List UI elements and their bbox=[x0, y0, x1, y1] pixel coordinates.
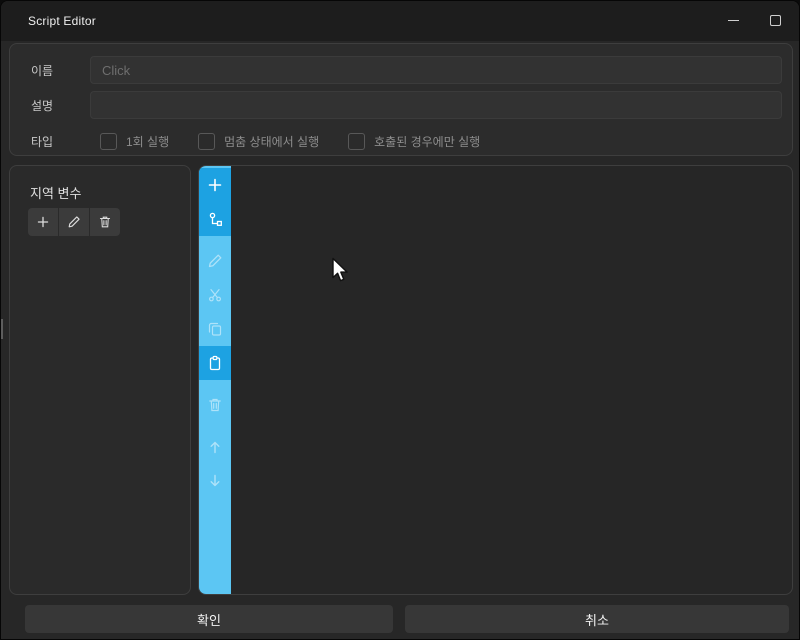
paste-icon bbox=[207, 355, 223, 371]
script-editor-window: Script Editor 이름 Click 설명 타입 1회 실행 bbox=[0, 0, 800, 640]
local-variables-actions bbox=[28, 208, 120, 236]
type-row: 타입 1회 실행 멈춤 상태에서 실행 호출된 경우에만 실행 bbox=[10, 126, 782, 156]
move-step-up-button[interactable] bbox=[199, 430, 231, 464]
minimize-icon bbox=[728, 20, 739, 21]
checkbox-label: 멈춤 상태에서 실행 bbox=[224, 133, 319, 150]
checkbox-label: 1회 실행 bbox=[126, 133, 169, 150]
delete-variable-button[interactable] bbox=[90, 208, 120, 236]
arrow-up-icon bbox=[207, 439, 223, 455]
edit-variable-button[interactable] bbox=[59, 208, 89, 236]
name-row: 이름 Click bbox=[10, 56, 782, 84]
paste-step-button[interactable] bbox=[199, 346, 231, 380]
arrow-down-icon bbox=[207, 473, 223, 489]
add-branch-button[interactable] bbox=[199, 202, 231, 236]
branch-icon bbox=[207, 211, 223, 227]
checkbox-icon[interactable] bbox=[198, 133, 215, 150]
add-step-button[interactable] bbox=[199, 168, 231, 202]
pencil-icon bbox=[207, 253, 223, 269]
script-canvas[interactable] bbox=[198, 165, 793, 595]
window-edge-highlight bbox=[1, 319, 3, 339]
checkbox-run-only-when-called[interactable]: 호출된 경우에만 실행 bbox=[348, 133, 480, 150]
type-options: 1회 실행 멈춤 상태에서 실행 호출된 경우에만 실행 bbox=[90, 133, 782, 150]
trash-icon bbox=[98, 215, 112, 229]
copy-step-button[interactable] bbox=[199, 312, 231, 346]
maximize-button[interactable] bbox=[753, 3, 797, 37]
copy-icon bbox=[207, 321, 223, 337]
checkbox-run-while-paused[interactable]: 멈춤 상태에서 실행 bbox=[198, 133, 319, 150]
plus-icon bbox=[36, 215, 50, 229]
plus-icon bbox=[207, 177, 223, 193]
description-row: 설명 bbox=[10, 91, 782, 119]
local-variables-title: 지역 변수 bbox=[30, 183, 81, 202]
local-variables-panel: 지역 변수 bbox=[9, 165, 191, 595]
script-properties-panel: 이름 Click 설명 타입 1회 실행 멈춤 상태에서 실행 호출된 경우에만 bbox=[9, 43, 793, 156]
move-step-down-button[interactable] bbox=[199, 464, 231, 498]
cut-step-button[interactable] bbox=[199, 278, 231, 312]
minimize-button[interactable] bbox=[711, 3, 755, 37]
type-label: 타입 bbox=[10, 133, 90, 150]
description-label: 설명 bbox=[10, 97, 90, 114]
window-title: Script Editor bbox=[28, 14, 96, 28]
checkbox-icon[interactable] bbox=[100, 133, 117, 150]
checkbox-icon[interactable] bbox=[348, 133, 365, 150]
script-toolbar bbox=[199, 166, 231, 594]
checkbox-run-once[interactable]: 1회 실행 bbox=[100, 133, 169, 150]
pencil-icon bbox=[67, 215, 81, 229]
trash-icon bbox=[207, 397, 223, 413]
checkbox-label: 호출된 경우에만 실행 bbox=[374, 133, 480, 150]
confirm-button[interactable]: 확인 bbox=[25, 605, 393, 633]
cancel-button[interactable]: 취소 bbox=[405, 605, 789, 633]
name-label: 이름 bbox=[10, 62, 90, 79]
maximize-icon bbox=[770, 15, 781, 26]
scissors-icon bbox=[207, 287, 223, 303]
delete-step-button[interactable] bbox=[199, 388, 231, 422]
description-input[interactable] bbox=[90, 91, 782, 119]
edit-step-button[interactable] bbox=[199, 244, 231, 278]
add-variable-button[interactable] bbox=[28, 208, 58, 236]
title-bar: Script Editor bbox=[1, 1, 799, 41]
name-input[interactable]: Click bbox=[90, 56, 782, 84]
